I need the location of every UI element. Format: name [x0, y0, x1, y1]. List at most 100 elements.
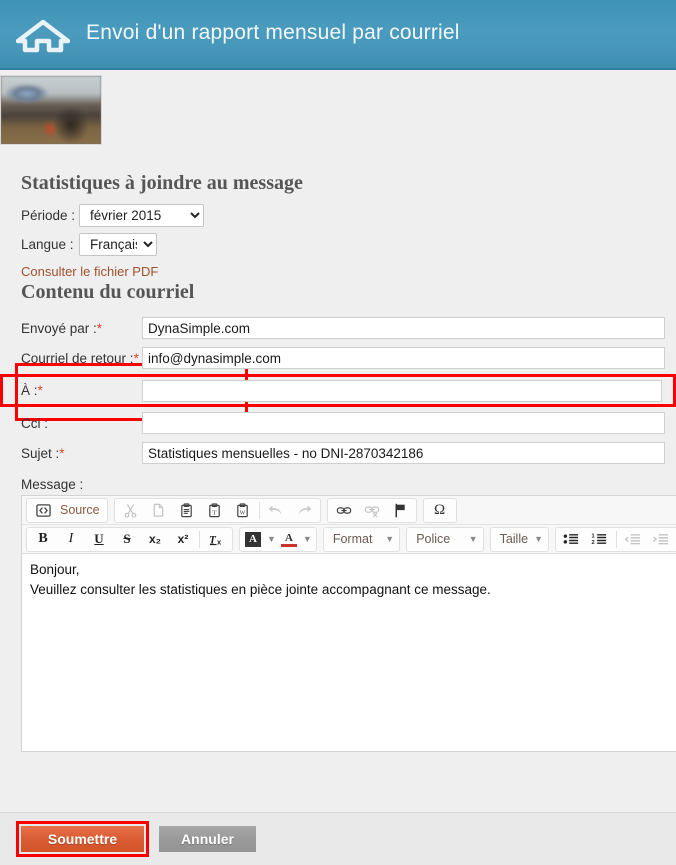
site-thumbnail-image [1, 76, 101, 144]
chevron-down-icon: ▼ [303, 534, 312, 544]
format-dropdown[interactable]: Format ▼ [323, 527, 400, 552]
rich-text-editor: Source [21, 495, 676, 752]
svg-text:T: T [213, 509, 217, 516]
chevron-down-icon: ▼ [267, 534, 276, 544]
unlink-icon [358, 500, 386, 521]
stats-section-title: Statistiques à joindre au message [0, 150, 676, 195]
toolbar-group-basic-styles: B I U S x₂ x² T x [26, 527, 233, 552]
editor-content-area[interactable]: Bonjour, Veuillez consulter les statisti… [22, 554, 676, 751]
input-sujet[interactable] [142, 442, 665, 464]
field-row-courriel-retour: Courriel de retour :* [0, 343, 676, 373]
paste-as-text-icon[interactable]: T [201, 500, 229, 521]
periode-label: Période : [21, 208, 79, 223]
required-marker: * [134, 351, 139, 366]
editor-toolbar-row-1: Source [22, 496, 676, 525]
toolbar-separator [616, 531, 617, 548]
bold-icon[interactable]: B [29, 529, 57, 550]
toolbar-group-link [327, 498, 417, 523]
remove-format-icon[interactable]: T x [202, 529, 230, 550]
link-icon[interactable] [330, 500, 358, 521]
required-marker: * [59, 446, 64, 461]
bg-color-swatch: A [245, 532, 261, 547]
undo-icon [262, 500, 290, 521]
cut-icon [117, 500, 145, 521]
paste-icon[interactable] [173, 500, 201, 521]
field-row-sujet: Sujet :* [0, 438, 676, 468]
submit-button[interactable]: Soumettre [21, 826, 144, 852]
consulter-pdf-link[interactable]: Consulter le fichier PDF [21, 264, 158, 279]
periode-select[interactable]: février 2015 [79, 204, 204, 227]
svg-text:2: 2 [592, 540, 595, 546]
input-envoye-par[interactable] [142, 317, 665, 339]
toolbar-group-clipboard: T W [114, 498, 321, 523]
submit-highlight-box: Soumettre [16, 821, 149, 857]
toolbar-group-source: Source [26, 498, 108, 523]
label-courriel-retour: Courriel de retour :* [0, 351, 142, 366]
bg-color-button[interactable]: A ▼ [242, 532, 278, 547]
required-marker: * [97, 321, 102, 336]
label-message: Message : [0, 477, 676, 492]
numbered-list-icon[interactable]: 1 2 [586, 529, 614, 550]
field-row-envoye-par: Envoyé par :* [0, 313, 676, 343]
label-sujet: Sujet :* [0, 446, 142, 461]
chevron-down-icon: ▼ [469, 534, 478, 544]
input-a[interactable] [142, 380, 662, 402]
bulleted-list-icon[interactable] [558, 529, 586, 550]
cancel-button[interactable]: Annuler [159, 826, 256, 852]
subscript-icon[interactable]: x₂ [141, 529, 169, 550]
langue-select[interactable]: Français [79, 233, 157, 256]
toolbar-group-lists: 1 2 [555, 527, 676, 552]
superscript-icon[interactable]: x² [169, 529, 197, 550]
page-title: Envoi d'un rapport mensuel par courriel [86, 21, 460, 47]
underline-icon[interactable]: U [85, 529, 113, 550]
increase-indent-icon [647, 529, 675, 550]
text-color-swatch: A [281, 532, 297, 547]
periode-row: Période : février 2015 [0, 201, 676, 230]
italic-icon[interactable]: I [57, 529, 85, 550]
toolbar-group-special-char: Ω [423, 498, 457, 523]
redo-icon [290, 500, 318, 521]
required-marker: * [38, 383, 43, 398]
thumbnail-strip [0, 70, 676, 150]
label-a: À :* [3, 383, 142, 398]
field-row-cci: Cci : [0, 408, 676, 438]
langue-label: Langue : [21, 237, 79, 252]
label-cci: Cci : [0, 416, 142, 431]
special-char-icon[interactable]: Ω [426, 500, 454, 521]
paste-from-word-icon[interactable]: W [229, 500, 257, 521]
toolbar-group-colors: A ▼ A ▼ [239, 527, 317, 552]
size-dropdown[interactable]: Taille ▼ [490, 527, 549, 552]
font-dropdown[interactable]: Police ▼ [406, 527, 483, 552]
svg-text:x: x [217, 537, 222, 546]
field-row-a-highlighted: À :* [0, 374, 676, 407]
size-dropdown-label: Taille [500, 532, 529, 546]
site-thumbnail [0, 75, 102, 145]
home-icon[interactable] [0, 15, 86, 53]
main-content: Statistiques à joindre au message Périod… [0, 150, 676, 822]
input-courriel-retour[interactable] [142, 347, 665, 369]
toolbar-separator [259, 502, 260, 519]
editor-body-line-1: Bonjour, [30, 560, 676, 580]
format-dropdown-label: Format [333, 532, 373, 546]
text-color-button[interactable]: A ▼ [278, 532, 314, 547]
editor-toolbar-row-2: B I U S x₂ x² T x A ▼ [22, 525, 676, 554]
chevron-down-icon: ▼ [534, 534, 543, 544]
copy-icon [145, 500, 173, 521]
strikethrough-icon[interactable]: S [113, 529, 141, 550]
source-button-label[interactable]: Source [57, 500, 105, 521]
decrease-indent-icon [619, 529, 647, 550]
email-section-title: Contenu du courriel [0, 281, 676, 304]
anchor-icon[interactable] [386, 500, 414, 521]
font-dropdown-label: Police [416, 532, 450, 546]
page-header: Envoi d'un rapport mensuel par courriel [0, 0, 676, 70]
footer-actions: Soumettre Annuler [0, 812, 676, 865]
editor-body-line-2: Veuillez consulter les statistiques en p… [30, 580, 676, 600]
label-envoye-par: Envoyé par :* [0, 321, 142, 336]
toolbar-separator [199, 531, 200, 548]
email-form: Envoyé par :* Courriel de retour :* À :*… [0, 313, 676, 468]
input-cci[interactable] [142, 412, 665, 434]
svg-text:W: W [240, 510, 246, 516]
source-button[interactable] [29, 500, 57, 521]
chevron-down-icon: ▼ [385, 534, 394, 544]
langue-row: Langue : Français [0, 230, 676, 259]
